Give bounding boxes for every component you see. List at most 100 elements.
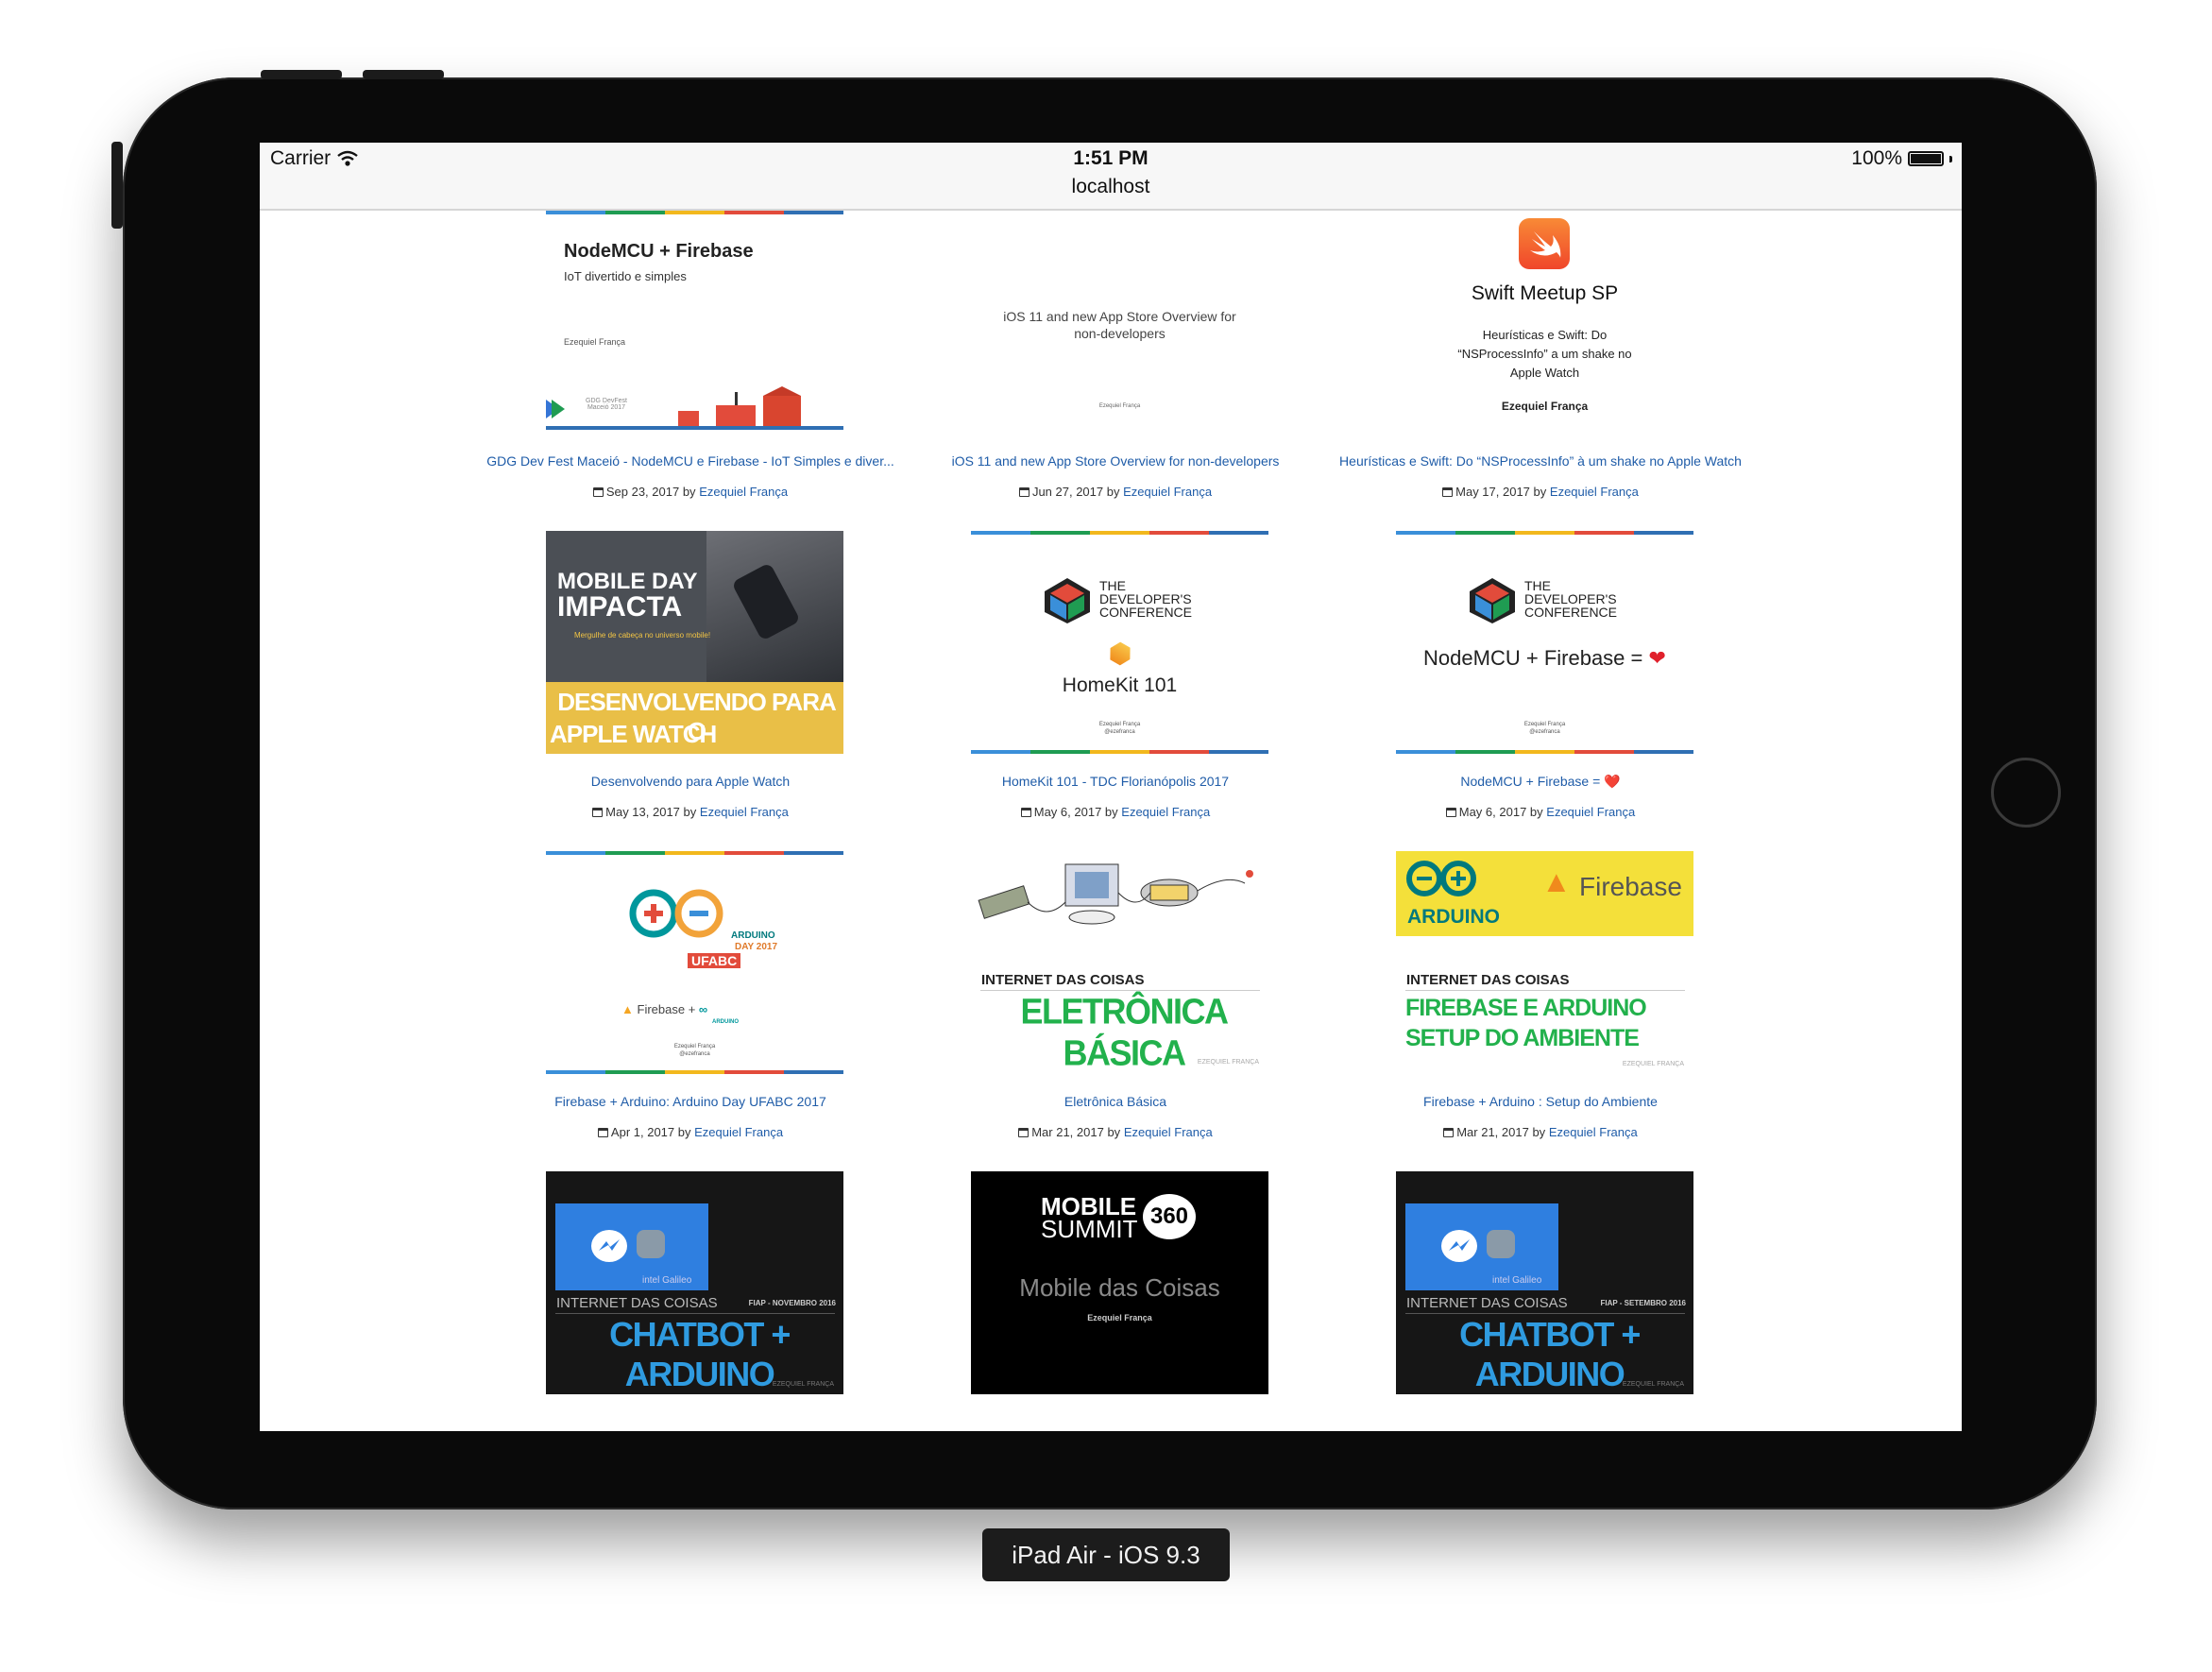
post-author-link[interactable]: Ezequiel França bbox=[699, 485, 788, 499]
arduino-infinity-icon: ∞ bbox=[698, 1002, 708, 1016]
post-thumbnail[interactable]: THE DEVELOPER'S CONFERENCE HomeKit 101 E… bbox=[971, 531, 1268, 754]
thumb-heading: Swift Meetup SP bbox=[1471, 282, 1619, 304]
thumb-tagline: Mergulhe de cabeça no universo mobile! bbox=[574, 631, 711, 640]
tdc-cube-logo-icon bbox=[1470, 578, 1515, 623]
status-and-url-bar: Carrier 1:51 PM 100% localhost bbox=[260, 143, 1962, 211]
thumb-line: APPLE WATCH bbox=[550, 720, 717, 748]
heart-icon: ❤ bbox=[1648, 646, 1666, 670]
thumb-heading: NodeMCU + Firebase bbox=[564, 241, 754, 262]
by-label: by bbox=[683, 805, 697, 819]
thumb-line: FIREBASE E ARDUINO bbox=[1405, 995, 1647, 1021]
thumb-handle: @ezefranca bbox=[679, 1051, 710, 1057]
battery-percent: 100% bbox=[1851, 147, 1902, 169]
thumb-author: Ezequiel França bbox=[564, 337, 626, 347]
post-thumbnail[interactable]: iOS 11 and new App Store Overview for no… bbox=[971, 211, 1268, 434]
post-title-link[interactable]: Firebase + Arduino: Arduino Day UFABC 20… bbox=[478, 1094, 903, 1109]
calendar-icon bbox=[1020, 808, 1031, 817]
post-thumbnail[interactable]: intel Galileo INTERNET DAS COISAS FIAP -… bbox=[546, 1171, 843, 1394]
post-author-link[interactable]: Ezequiel França bbox=[1550, 485, 1639, 499]
url-bar[interactable]: localhost bbox=[260, 176, 1962, 198]
post-thumbnail[interactable]: INTERNET DAS COISAS ELETRÔNICA BÁSICA EZ… bbox=[971, 851, 1268, 1074]
by-label: by bbox=[1533, 485, 1547, 499]
mobile-summit-360-badge: 360 bbox=[1143, 1194, 1196, 1239]
homekit-icon bbox=[1105, 639, 1136, 670]
post-date: Apr 1, 2017 bbox=[610, 1125, 675, 1139]
post-author-link[interactable]: Ezequiel França bbox=[700, 805, 789, 819]
post-author-link[interactable]: Ezequiel França bbox=[1123, 485, 1212, 499]
by-label: by bbox=[1107, 1125, 1121, 1139]
status-time: 1:51 PM bbox=[1073, 147, 1149, 169]
calendar-icon bbox=[1442, 487, 1454, 497]
thumb-line: Heurísticas e Swift: Do bbox=[1482, 328, 1608, 342]
calendar-icon bbox=[597, 1128, 608, 1137]
thumb-kicker: INTERNET DAS COISAS bbox=[556, 1295, 718, 1311]
post-author-link[interactable]: Ezequiel França bbox=[694, 1125, 783, 1139]
device-screen: Carrier 1:51 PM 100% localhost NodeMCU +… bbox=[260, 143, 1962, 1431]
post-title-link[interactable]: Eletrônica Básica bbox=[903, 1094, 1328, 1109]
by-label: by bbox=[1529, 805, 1543, 819]
calendar-icon bbox=[592, 808, 604, 817]
calendar-icon bbox=[1445, 808, 1456, 817]
robot-icon bbox=[1487, 1230, 1515, 1258]
post-thumbnail[interactable]: THE DEVELOPER'S CONFERENCE NodeMCU + Fir… bbox=[1396, 531, 1693, 754]
home-button[interactable] bbox=[1991, 758, 2061, 827]
post-title-link[interactable]: Desenvolvendo para Apple Watch bbox=[478, 774, 903, 789]
thumb-line: SETUP DO AMBIENTE bbox=[1405, 1025, 1640, 1051]
post-thumbnail[interactable]: Swift Meetup SP Heurísticas e Swift: Do … bbox=[1396, 211, 1693, 434]
electronics-sketch-illustration bbox=[978, 863, 1253, 925]
post-date: Mar 21, 2017 bbox=[1456, 1125, 1529, 1139]
post-thumbnail[interactable]: ARDUINO DAY 2017 UFABC ▲ Firebase + ∞ AR… bbox=[546, 851, 843, 1074]
thumb-subtitle: IoT divertido e simples bbox=[564, 269, 687, 283]
thumb-heading: NodeMCU + Firebase = bbox=[1423, 646, 1643, 670]
post-title-link[interactable]: NodeMCU + Firebase = ❤️ bbox=[1328, 774, 1753, 790]
thumb-handle: @ezefranca bbox=[1529, 729, 1560, 735]
volume-down-button bbox=[363, 70, 444, 79]
post-author-link[interactable]: Ezequiel França bbox=[1549, 1125, 1638, 1139]
city-skyline-illustration bbox=[546, 386, 843, 430]
post-title-link[interactable]: Heurísticas e Swift: Do “NSProcessInfo” … bbox=[1328, 453, 1753, 469]
post-thumbnail[interactable]: NodeMCU + Firebase IoT divertido e simpl… bbox=[546, 211, 843, 434]
intel-galileo-label: intel Galileo bbox=[642, 1275, 692, 1286]
thumb-line: UFABC bbox=[688, 953, 741, 968]
post-title-link[interactable]: Firebase + Arduino : Setup do Ambiente bbox=[1328, 1094, 1753, 1109]
thumb-author: EZEQUIEL FRANÇA bbox=[1622, 1061, 1684, 1067]
thumb-line: non-developers bbox=[1074, 326, 1166, 341]
arduino-label: ARDUINO bbox=[1407, 906, 1500, 928]
post-title-link[interactable]: iOS 11 and new App Store Overview for no… bbox=[903, 453, 1328, 469]
post-thumbnail[interactable]: MOBILE SUMMIT 360 Mobile das Coisas Ezeq… bbox=[971, 1171, 1268, 1394]
post-meta: Apr 1, 2017 by Ezequiel França bbox=[478, 1125, 903, 1139]
post-date: Jun 27, 2017 bbox=[1031, 485, 1104, 499]
thumb-heading: HomeKit 101 bbox=[1062, 674, 1178, 696]
post-meta: Jun 27, 2017 by Ezequiel França bbox=[903, 485, 1328, 499]
post-meta: May 17, 2017 by Ezequiel França bbox=[1328, 485, 1753, 499]
post-meta: May 13, 2017 by Ezequiel França bbox=[478, 805, 903, 819]
post-author-link[interactable]: Ezequiel França bbox=[1121, 805, 1210, 819]
arduino-label: ARDUINO bbox=[712, 1019, 739, 1025]
thumb-heading: IMPACTA bbox=[557, 591, 683, 623]
thumb-kicker: INTERNET DAS COISAS bbox=[1406, 1295, 1568, 1311]
battery-indicator: 100% bbox=[1851, 147, 1952, 170]
thumb-author: Ezequiel França bbox=[1523, 722, 1566, 727]
thumb-heading: SUMMIT bbox=[1041, 1215, 1138, 1243]
calendar-icon bbox=[1018, 1128, 1029, 1137]
thumb-author: Ezequiel França bbox=[1087, 1313, 1152, 1322]
thumb-author: Ezequiel França bbox=[1501, 400, 1589, 413]
post-title-link[interactable]: GDG Dev Fest Maceió - NodeMCU e Firebase… bbox=[478, 453, 903, 469]
arduino-logo-icon bbox=[1406, 861, 1476, 896]
post-meta: Mar 21, 2017 by Ezequiel França bbox=[1328, 1125, 1753, 1139]
post-thumbnail[interactable]: ARDUINO ▲ Firebase INTERNET DAS COISAS F… bbox=[1396, 851, 1693, 1074]
conf-name: CONFERENCE bbox=[1099, 605, 1193, 620]
thumb-line: “NSProcessInfo” a um shake no bbox=[1457, 347, 1632, 361]
post-thumbnail[interactable]: MOBILE DAY IMPACTA Mergulhe de cabeça no… bbox=[546, 531, 843, 754]
tdc-cube-logo-icon bbox=[1045, 578, 1090, 623]
post-author-link[interactable]: Ezequiel França bbox=[1124, 1125, 1213, 1139]
post-thumbnail[interactable]: intel Galileo INTERNET DAS COISAS FIAP -… bbox=[1396, 1171, 1693, 1394]
thumb-line: DAY 2017 bbox=[735, 942, 778, 952]
post-title-link[interactable]: HomeKit 101 - TDC Florianópolis 2017 bbox=[903, 774, 1328, 789]
conf-name: CONFERENCE bbox=[1524, 605, 1618, 620]
thumb-handle: @ezefranca bbox=[1104, 729, 1135, 735]
thumb-kicker: INTERNET DAS COISAS bbox=[981, 972, 1145, 988]
thumb-kicker: INTERNET DAS COISAS bbox=[1406, 972, 1570, 988]
thumb-subtitle: Mobile das Coisas bbox=[1019, 1273, 1220, 1302]
post-author-link[interactable]: Ezequiel França bbox=[1546, 805, 1635, 819]
